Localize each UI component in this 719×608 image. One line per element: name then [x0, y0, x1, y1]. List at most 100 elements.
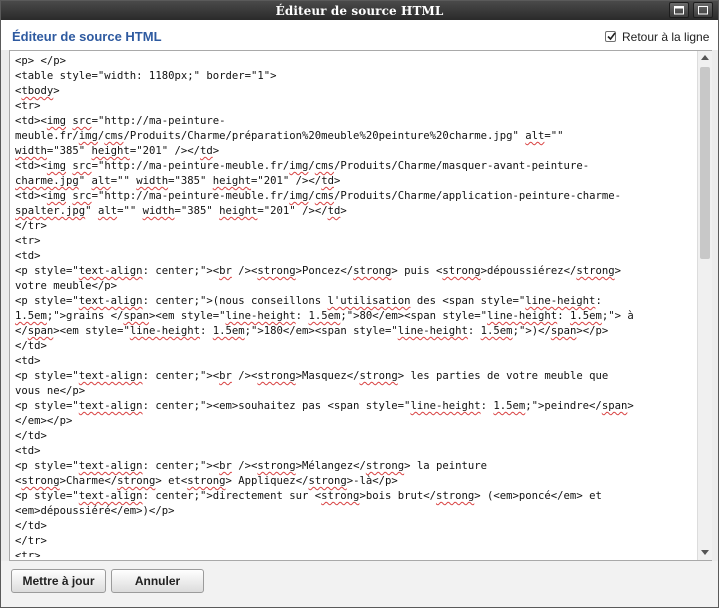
source-text: ;">80</em><span style=": [340, 310, 488, 322]
source-line: <td>: [15, 444, 695, 459]
source-line: <p style="text-align: center;"><br /><st…: [15, 369, 695, 384]
source-text: >Charme</: [59, 475, 118, 487]
source-text: >-là</p>: [346, 475, 398, 487]
source-line: <tr>: [15, 549, 695, 557]
title-bar[interactable]: Éditeur de source HTML: [1, 1, 718, 20]
scroll-down-button[interactable]: [698, 546, 712, 560]
spellcheck-flagged-text: td: [321, 175, 334, 187]
source-text: <td><: [15, 160, 47, 172]
source-line: </span><em style="line-height: 1.5em;">1…: [15, 324, 695, 339]
source-text: >Poncez</: [295, 265, 354, 277]
source-text: <td><: [15, 115, 47, 127]
spellcheck-flagged-text: src: [72, 190, 92, 202]
spellcheck-flagged-text: img: [46, 160, 67, 172]
spellcheck-flagged-text: td: [200, 145, 213, 157]
source-text: votre meuble</p>: [15, 280, 118, 292]
source-text: </td>: [15, 430, 47, 442]
source-line: </tr>: [15, 219, 695, 234]
spellcheck-flagged-text: img: [46, 190, 67, 202]
spellcheck-flagged-text: span: [601, 400, 628, 412]
spellcheck-flagged-text: text-align: [78, 265, 143, 277]
source-code[interactable]: <p> </p> <table style="width: 1180px;" bo…: [15, 54, 695, 557]
source-text: <p style=": [15, 370, 79, 382]
spellcheck-flagged-text: l'utilisation: [327, 295, 411, 307]
spellcheck-flagged-text: br: [219, 370, 232, 382]
spellcheck-flagged-text: line-height: [397, 325, 468, 337]
source-text: /><: [231, 265, 258, 277]
dialog-heading: Éditeur de source HTML: [12, 29, 162, 44]
spellcheck-flagged-text: strong: [442, 265, 481, 277]
spellcheck-flagged-text: img: [78, 130, 98, 142]
source-text: </tr>: [15, 220, 47, 232]
source-text: ": [85, 205, 98, 217]
spellcheck-flagged-text: width: [15, 145, 47, 157]
source-text: </td>: [15, 520, 47, 532]
close-button[interactable]: [693, 2, 713, 18]
source-text: :: [480, 400, 494, 412]
spellcheck-flagged-text: text-align: [78, 370, 143, 382]
source-text: > et<: [155, 475, 188, 487]
spellcheck-flagged-text: span: [123, 310, 149, 322]
source-line: <p style="text-align: center;">(nous con…: [15, 294, 695, 309]
source-text: > (<em>poncé</em> et: [474, 490, 602, 502]
source-text: >: [614, 265, 622, 277]
source-line: charme.jpg" alt="" width="385" height="2…: [15, 174, 695, 189]
source-text: > les parties de votre meuble que: [397, 370, 609, 382]
spellcheck-flagged-text: text-align: [78, 400, 143, 412]
source-text: ": [78, 175, 92, 187]
source-text: >: [53, 85, 60, 97]
maximize-button[interactable]: [669, 2, 689, 18]
spellcheck-flagged-text: strong: [21, 475, 60, 487]
spellcheck-flagged-text: 1.5em: [308, 310, 341, 322]
spellcheck-flagged-text: strong: [365, 460, 405, 472]
source-text: </td>: [15, 340, 47, 352]
spellcheck-flagged-text: strong: [576, 265, 615, 277]
source-line: <td><img src="http://ma-peinture-meuble.…: [15, 159, 695, 174]
wrap-label: Retour à la ligne: [622, 30, 710, 44]
spellcheck-flagged-text: text-align: [78, 460, 143, 472]
source-text: /Produits/Charme/masquer-avant-peinture-: [333, 160, 590, 172]
maximize-icon: [674, 6, 684, 15]
vertical-scrollbar[interactable]: [697, 51, 712, 560]
source-text: ="385": [168, 175, 213, 187]
source-line: width="385" height="201" /></td>: [15, 144, 695, 159]
source-line: </td>: [15, 339, 695, 354]
source-text: > la peinture: [404, 460, 488, 472]
spellcheck-flagged-text: strong: [308, 475, 347, 487]
spellcheck-flagged-text: img: [46, 115, 67, 127]
spellcheck-flagged-text: line-height: [525, 295, 596, 307]
source-textarea[interactable]: <p> </p> <table style="width: 1180px;" bo…: [9, 50, 712, 561]
source-text: <td><: [15, 190, 47, 202]
spellcheck-flagged-text: strong: [435, 490, 475, 502]
scroll-up-button[interactable]: [698, 51, 712, 65]
scrollbar-thumb[interactable]: [700, 67, 710, 259]
source-text: :: [295, 310, 309, 322]
spellcheck-flagged-text: line-height: [225, 310, 296, 322]
source-text: ="201" /></: [129, 145, 200, 157]
source-line: spalter.jpg" alt="" width="385" height="…: [15, 204, 695, 219]
source-text: /Produits/Charme/application-peinture-ch…: [333, 190, 621, 202]
spellcheck-flagged-text: strong: [257, 370, 296, 382]
source-text: :: [595, 295, 602, 307]
arrow-down-icon: [701, 550, 709, 555]
source-text: ="http://ma-peinture-: [91, 115, 226, 127]
source-line: <td>: [15, 354, 695, 369]
spellcheck-flagged-text: span: [27, 325, 54, 337]
wrap-checkbox[interactable]: [605, 31, 616, 42]
source-text: >: [340, 205, 347, 217]
source-text: ;">peindre</: [525, 400, 602, 412]
source-line: <p> </p>: [15, 54, 695, 69]
source-text: > Appliquez</: [225, 475, 309, 487]
window-title: Éditeur de source HTML: [275, 4, 444, 18]
source-line: <tr>: [15, 99, 695, 114]
source-text: >: [333, 175, 341, 187]
spellcheck-flagged-text: strong: [353, 265, 392, 277]
source-text: <p style=": [15, 265, 79, 277]
source-text: : center;"><em>souhaitez pas <span style…: [142, 400, 411, 412]
cancel-button[interactable]: Annuler: [111, 569, 204, 593]
spellcheck-flagged-text: height: [91, 145, 130, 157]
html-source-editor-dialog: Éditeur de source HTML Éditeur de source…: [0, 0, 719, 608]
source-text: ="385": [46, 145, 92, 157]
update-button[interactable]: Mettre à jour: [11, 569, 106, 593]
spellcheck-flagged-text: line-height: [410, 400, 481, 412]
